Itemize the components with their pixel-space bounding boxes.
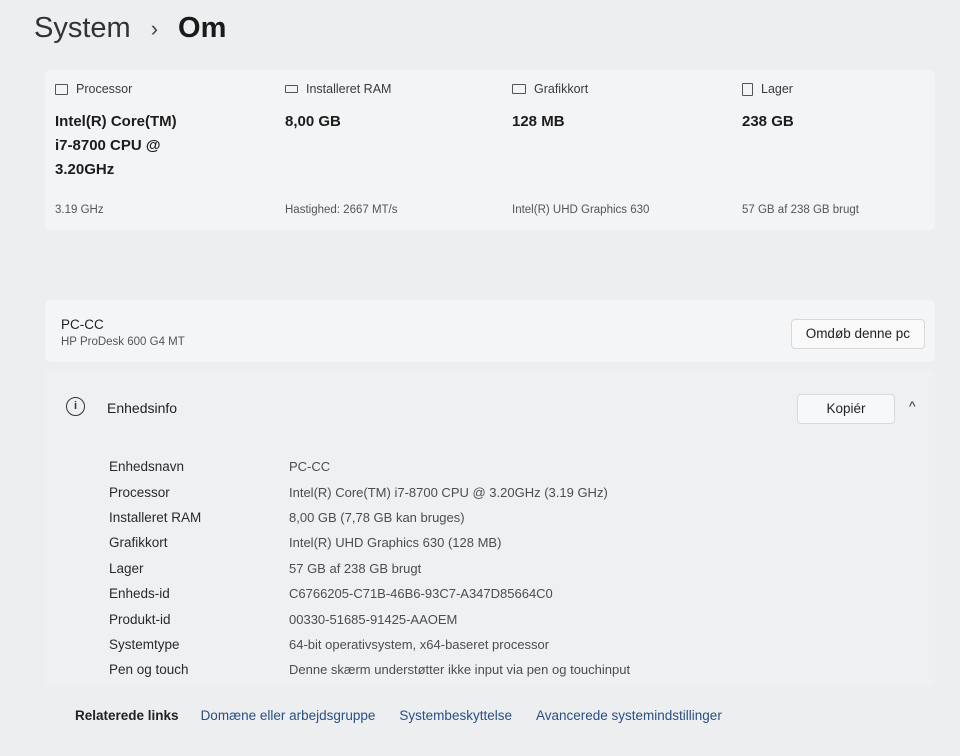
spec-subtext: Intel(R) UHD Graphics 630 bbox=[512, 204, 650, 216]
breadcrumb-system[interactable]: System bbox=[34, 12, 131, 45]
rename-pc-button[interactable]: Omdøb denne pc bbox=[790, 319, 925, 349]
row-label: Enhedsnavn bbox=[109, 459, 185, 475]
link-advanced-system-settings[interactable]: Avancerede systemindstillinger bbox=[536, 708, 722, 723]
storage-icon bbox=[742, 82, 753, 96]
spec-value: 238 GB bbox=[742, 113, 794, 130]
device-info-title: Enhedsinfo bbox=[107, 400, 178, 416]
spec-label: Grafikkort bbox=[534, 82, 589, 96]
page-title: Om bbox=[178, 12, 227, 44]
row-label: Installeret RAM bbox=[109, 509, 202, 525]
device-name-row: PC-CC HP ProDesk 600 G4 MT Omdøb denne p… bbox=[45, 300, 935, 362]
row-label: Lager bbox=[109, 560, 144, 576]
table-row: Processor Intel(R) Core(TM) i7-8700 CPU … bbox=[109, 479, 630, 504]
link-system-protection[interactable]: Systembeskyttelse bbox=[399, 708, 512, 723]
link-domain-workgroup[interactable]: Domæne eller arbejdsgruppe bbox=[201, 708, 376, 723]
chevron-right-icon: › bbox=[150, 15, 159, 41]
device-info-section: i Enhedsinfo Kopiér ^ Enhedsnavn PC-CC P… bbox=[45, 370, 935, 686]
row-label: Produkt-id bbox=[109, 611, 171, 627]
table-row: Enheds-id C6766205-C71B-46B6-93C7-A347D8… bbox=[109, 581, 630, 606]
spec-card-graphics: Grafikkort 128 MB Intel(R) UHD Graphics … bbox=[512, 82, 712, 222]
spec-card-processor: Processor Intel(R) Core(TM) i7-8700 CPU … bbox=[55, 82, 255, 222]
ram-icon bbox=[285, 85, 298, 93]
spec-label: Lager bbox=[761, 82, 793, 96]
row-label: Enheds-id bbox=[109, 586, 170, 602]
row-label: Grafikkort bbox=[109, 535, 168, 551]
device-info-header[interactable]: i Enhedsinfo Kopiér ^ bbox=[45, 370, 935, 446]
row-value: 64-bit operativsystem, x64-baseret proce… bbox=[289, 636, 550, 652]
processor-icon bbox=[55, 83, 68, 95]
device-info-table: Enhedsnavn PC-CC Processor Intel(R) Core… bbox=[109, 454, 630, 683]
row-value: 8,00 GB (7,78 GB kan bruges) bbox=[289, 509, 465, 525]
spec-card-storage: Lager 238 GB 57 GB af 238 GB brugt bbox=[742, 82, 942, 222]
row-value: C6766205-C71B-46B6-93C7-A347D85664C0 bbox=[289, 586, 553, 602]
spec-value: 128 MB bbox=[512, 113, 565, 130]
info-icon: i bbox=[66, 397, 85, 416]
breadcrumb: System › Om bbox=[34, 12, 226, 45]
related-links-title: Relaterede links bbox=[75, 708, 179, 723]
copy-button[interactable]: Kopiér bbox=[797, 394, 895, 424]
row-value: 00330-51685-91425-AAOEM bbox=[289, 611, 458, 627]
spec-value: Intel(R) Core(TM) i7-8700 CPU @ 3.20GHz bbox=[55, 113, 177, 178]
spec-value: 8,00 GB bbox=[285, 113, 341, 130]
row-value: PC-CC bbox=[289, 459, 331, 475]
row-value: Intel(R) Core(TM) i7-8700 CPU @ 3.20GHz … bbox=[289, 484, 608, 500]
row-value: 57 GB af 238 GB brugt bbox=[289, 560, 422, 576]
table-row: Systemtype 64-bit operativsystem, x64-ba… bbox=[109, 632, 630, 657]
table-row: Installeret RAM 8,00 GB (7,78 GB kan bru… bbox=[109, 505, 630, 530]
table-row: Produkt-id 00330-51685-91425-AAOEM bbox=[109, 606, 630, 631]
row-value: Intel(R) UHD Graphics 630 (128 MB) bbox=[289, 535, 502, 551]
related-links: Relaterede links Domæne eller arbejdsgru… bbox=[75, 708, 746, 723]
chevron-up-icon[interactable]: ^ bbox=[909, 398, 916, 414]
spec-subtext: Hastighed: 2667 MT/s bbox=[285, 204, 398, 216]
table-row: Pen og touch Denne skærm understøtter ik… bbox=[109, 657, 630, 682]
row-label: Systemtype bbox=[109, 636, 180, 652]
gpu-icon bbox=[512, 84, 526, 94]
spec-label: Processor bbox=[76, 82, 133, 96]
table-row: Grafikkort Intel(R) UHD Graphics 630 (12… bbox=[109, 530, 630, 555]
table-row: Enhedsnavn PC-CC bbox=[109, 454, 630, 479]
table-row: Lager 57 GB af 238 GB brugt bbox=[109, 556, 630, 581]
row-label: Processor bbox=[109, 484, 170, 500]
spec-subtext: 57 GB af 238 GB brugt bbox=[742, 204, 859, 216]
device-model: HP ProDesk 600 G4 MT bbox=[61, 336, 185, 348]
spec-label: Installeret RAM bbox=[306, 82, 392, 96]
device-name: PC-CC bbox=[61, 317, 104, 332]
spec-card-ram: Installeret RAM 8,00 GB Hastighed: 2667 … bbox=[285, 82, 485, 222]
row-label: Pen og touch bbox=[109, 662, 189, 678]
spec-subtext: 3.19 GHz bbox=[55, 204, 104, 216]
row-value: Denne skærm understøtter ikke input via … bbox=[289, 662, 631, 678]
device-specs-panel: Processor Intel(R) Core(TM) i7-8700 CPU … bbox=[45, 70, 935, 230]
